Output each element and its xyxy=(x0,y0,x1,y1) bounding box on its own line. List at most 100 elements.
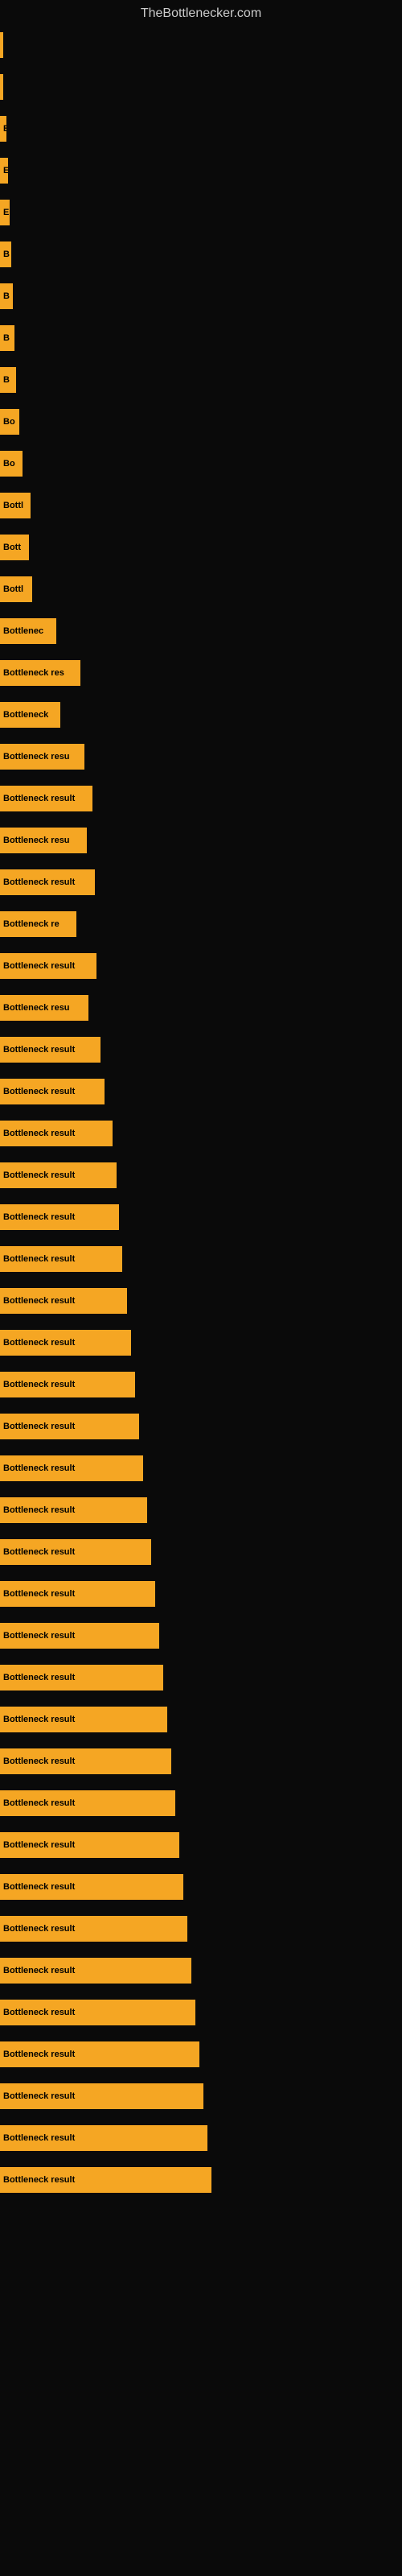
bar-row: B xyxy=(0,233,402,275)
bar: Bottleneck result xyxy=(0,1288,127,1314)
bar: Bottleneck xyxy=(0,702,60,728)
bar-label: Bottleneck result xyxy=(3,1673,75,1682)
bar-label: Bottleneck re xyxy=(3,919,59,929)
bar-row: Bottleneck resu xyxy=(0,736,402,778)
bar: Bottleneck result xyxy=(0,1162,117,1188)
bar-label: Bottleneck result xyxy=(3,2091,75,2101)
bar: E xyxy=(0,200,10,225)
bar-row: Bottleneck result xyxy=(0,1657,402,1699)
bar-row: Bottleneck resu xyxy=(0,987,402,1029)
bar: Bottleneck resu xyxy=(0,828,87,853)
bar-label: Bottleneck result xyxy=(3,1463,75,1473)
bar-row: Bo xyxy=(0,401,402,443)
bar-row: Bottleneck result xyxy=(0,1950,402,1992)
bar-label: Bottleneck result xyxy=(3,1212,75,1222)
bar-label: Bottleneck resu xyxy=(3,752,70,762)
bar-row: Bottleneck re xyxy=(0,903,402,945)
bar: Bottleneck result xyxy=(0,1707,167,1732)
bar: Bottleneck result xyxy=(0,1037,100,1063)
bars-container: E E E B B B B Bo Bo Bottl Bott Bottl Bottlenec Bottle… xyxy=(0,24,402,2201)
bar-label: Bott xyxy=(3,543,21,552)
bar-label: Bottleneck result xyxy=(3,1170,75,1180)
bar-row: Bottleneck result xyxy=(0,1992,402,2033)
bar-row: Bottleneck result xyxy=(0,1113,402,1154)
bar-label: Bottl xyxy=(3,501,23,510)
bar: Bottleneck result xyxy=(0,1581,155,1607)
bar: Bottleneck result xyxy=(0,1665,163,1690)
bar-row: Bottleneck result xyxy=(0,1824,402,1866)
bar: Bottleneck result xyxy=(0,1121,113,1146)
bar-row: E xyxy=(0,108,402,150)
bar: Bottleneck result xyxy=(0,2041,199,2067)
bar: Bottleneck result xyxy=(0,1916,187,1942)
bar: B xyxy=(0,283,13,309)
bar-label: Bottleneck result xyxy=(3,2175,75,2185)
bar: Bottleneck resu xyxy=(0,995,88,1021)
bar-row: Bottleneck result xyxy=(0,778,402,819)
bar: Bottleneck result xyxy=(0,2000,195,2025)
bar-label: E xyxy=(3,166,8,175)
bar-row: Bottleneck res xyxy=(0,652,402,694)
bar-label: Bottleneck result xyxy=(3,1966,75,1975)
bar-row: Bottleneck result xyxy=(0,1280,402,1322)
bar: E xyxy=(0,158,8,184)
bar-row: Bottleneck result xyxy=(0,1615,402,1657)
bar-row: B xyxy=(0,317,402,359)
bar-label: Bottleneck result xyxy=(3,794,75,803)
bar: Bottleneck result xyxy=(0,1204,119,1230)
bar-row: Bottlenec xyxy=(0,610,402,652)
bar-row: E xyxy=(0,192,402,233)
bar-row: Bottleneck xyxy=(0,694,402,736)
bar-label: Bottleneck result xyxy=(3,1422,75,1431)
bar-label: B xyxy=(3,333,10,343)
bar-row: Bottl xyxy=(0,485,402,526)
bar-label: Bottleneck resu xyxy=(3,836,70,845)
bar: E xyxy=(0,116,6,142)
bar-label: B xyxy=(3,375,10,385)
bar-row: Bottleneck result xyxy=(0,1573,402,1615)
bar-label: Bo xyxy=(3,459,15,469)
bar-row: Bottleneck result xyxy=(0,1196,402,1238)
bar-row: Bottleneck result xyxy=(0,1071,402,1113)
bar: Bottl xyxy=(0,493,31,518)
bar-label: Bottleneck xyxy=(3,710,48,720)
bar: Bottleneck result xyxy=(0,1330,131,1356)
bar: Bottleneck result xyxy=(0,1748,171,1774)
bar-label: Bottleneck result xyxy=(3,1882,75,1892)
bar-row: Bottleneck result xyxy=(0,861,402,903)
bar-row: Bottleneck result xyxy=(0,1782,402,1824)
bar-label: E xyxy=(3,208,9,217)
bar-label: Bottl xyxy=(3,584,23,594)
bar-label: Bottleneck result xyxy=(3,1380,75,1389)
bar-label: B xyxy=(3,291,10,301)
site-title: TheBottlenecker.com xyxy=(0,0,402,27)
bar-label: Bottleneck result xyxy=(3,1757,75,1766)
bar: Bottleneck result xyxy=(0,2083,203,2109)
bar-row: Bottleneck result xyxy=(0,2117,402,2159)
bar: Bottleneck resu xyxy=(0,744,84,770)
bar-row: Bottleneck result xyxy=(0,2075,402,2117)
bar-row: Bottl xyxy=(0,568,402,610)
bar-row: Bottleneck result xyxy=(0,945,402,987)
bar-row: Bottleneck result xyxy=(0,1447,402,1489)
bar-label: Bottleneck result xyxy=(3,1087,75,1096)
bar-label: E xyxy=(3,124,6,134)
bar: B xyxy=(0,367,16,393)
bar-label: Bottleneck result xyxy=(3,1129,75,1138)
bar: Bottleneck result xyxy=(0,1832,179,1858)
bar: Bott xyxy=(0,535,29,560)
bar-row: Bo xyxy=(0,443,402,485)
bar-label: Bottleneck result xyxy=(3,1547,75,1557)
bar-label: Bottleneck result xyxy=(3,2133,75,2143)
bar-row xyxy=(0,66,402,108)
bar: Bottleneck result xyxy=(0,1790,175,1816)
bar-row: E xyxy=(0,150,402,192)
bar: Bottleneck result xyxy=(0,1246,122,1272)
bar: Bottleneck result xyxy=(0,1623,159,1649)
bar-label: Bottleneck result xyxy=(3,961,75,971)
bar-row: Bottleneck resu xyxy=(0,819,402,861)
bar-row: Bottleneck result xyxy=(0,2159,402,2201)
bar: Bottleneck result xyxy=(0,1455,143,1481)
bar: Bottlenec xyxy=(0,618,56,644)
bar-row: Bottleneck result xyxy=(0,1238,402,1280)
